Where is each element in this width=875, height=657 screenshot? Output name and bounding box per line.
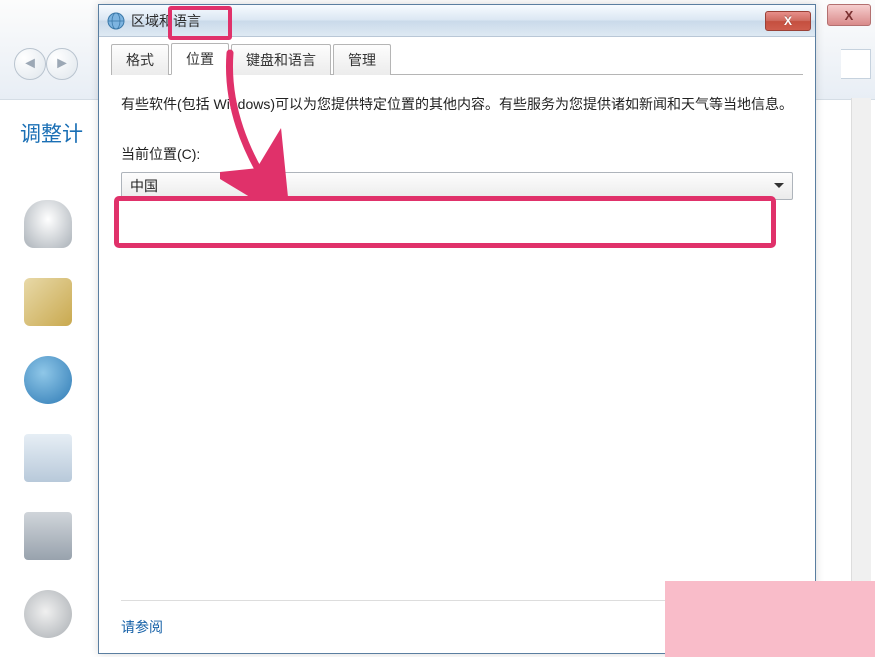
sidebar-icon-speaker[interactable] [24, 590, 72, 638]
close-button[interactable]: X [765, 11, 811, 31]
sidebar-icon-mouse[interactable] [24, 200, 72, 248]
parent-heading: 调整计 [20, 118, 83, 148]
tab-strip: 格式 位置 键盘和语言 管理 [99, 37, 815, 75]
location-description: 有些软件(包括 Windows)可以为您提供特定位置的其他内容。有些服务为您提供… [121, 93, 793, 115]
tab-label: 管理 [348, 52, 376, 68]
parent-address-fragment [841, 49, 871, 79]
close-icon: X [784, 14, 792, 28]
current-location-dropdown[interactable]: 中国 [121, 172, 793, 200]
nav-forward-button[interactable]: ► [46, 48, 78, 80]
tab-keyboard-language[interactable]: 键盘和语言 [231, 44, 331, 75]
tab-label: 键盘和语言 [246, 52, 316, 68]
sidebar-icon-datetime[interactable] [24, 434, 72, 482]
tab-format[interactable]: 格式 [111, 44, 169, 75]
parent-nav: ◄ ► [14, 48, 78, 80]
tab-label: 格式 [126, 52, 154, 68]
sidebar-icon-region[interactable] [24, 356, 72, 404]
titlebar[interactable]: 区域和语言 X [99, 5, 815, 37]
sidebar-icon-sound[interactable] [24, 278, 72, 326]
arrow-right-icon: ► [54, 55, 70, 73]
tab-content: 有些软件(包括 Windows)可以为您提供特定位置的其他内容。有些服务为您提供… [99, 75, 815, 600]
close-icon: X [845, 8, 854, 23]
tab-label: 位置 [186, 51, 214, 67]
dropdown-selected-value: 中国 [130, 175, 774, 197]
nav-back-button[interactable]: ◄ [14, 48, 46, 80]
arrow-left-icon: ◄ [22, 55, 38, 73]
parent-close-button[interactable]: X [827, 4, 871, 26]
parent-scrollbar[interactable] [851, 98, 871, 653]
tab-administrative[interactable]: 管理 [333, 44, 391, 75]
watermark-block [665, 581, 875, 657]
chevron-down-icon [774, 183, 784, 188]
region-language-dialog: 区域和语言 X 格式 位置 键盘和语言 管理 有些软件(包括 Windows)可… [98, 4, 816, 654]
dialog-title: 区域和语言 [131, 11, 765, 31]
sidebar-icon-devices[interactable] [24, 512, 72, 560]
current-location-label: 当前位置(C): [121, 143, 793, 165]
globe-icon [107, 12, 125, 30]
tab-location[interactable]: 位置 [171, 43, 229, 75]
parent-sidebar [8, 200, 88, 638]
